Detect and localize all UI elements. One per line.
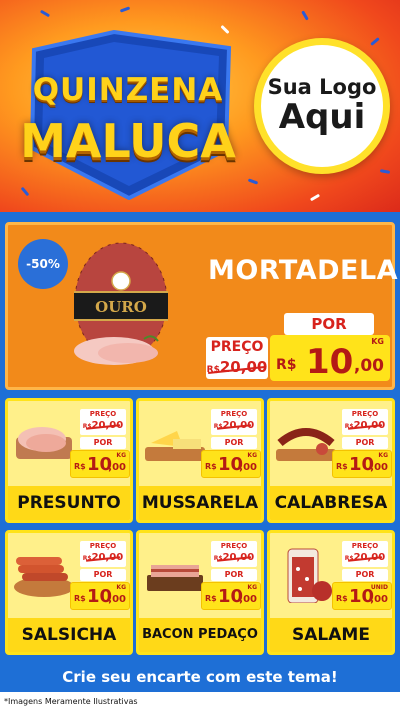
- product-name: BACON PEDAÇO: [139, 618, 261, 652]
- old-price-box: PREÇOR$20,00: [80, 409, 126, 435]
- presunto-icon: [16, 427, 72, 459]
- old-price: R$20,00: [80, 419, 126, 434]
- old-price-box: PREÇOR$20,00: [342, 409, 388, 435]
- preco-label: PREÇO: [220, 410, 248, 418]
- confetti: [370, 37, 380, 46]
- salame-icon: [287, 548, 332, 603]
- product-card: PREÇOR$20,00PORKGR$10,00CALABRESA: [267, 398, 395, 523]
- por-label: POR: [80, 437, 126, 449]
- preco-label: PREÇO: [220, 542, 248, 550]
- product-card: PREÇOR$20,00PORKGR$10,00SALSICHA: [5, 530, 133, 655]
- old-price: R$20,00: [80, 551, 126, 566]
- old-price: R$20,00: [206, 357, 268, 379]
- current-price: UNID R$ 10,00: [332, 582, 392, 610]
- hero-old-price-box: PREÇO R$20,00: [206, 337, 268, 379]
- confetti: [309, 193, 321, 202]
- old-price: R$20,00: [342, 551, 388, 566]
- unit-label: KG: [378, 452, 388, 459]
- price-dec: ,00: [370, 594, 388, 605]
- currency: R$: [276, 357, 297, 373]
- unit-label: KG: [371, 337, 384, 346]
- current-price: KG R$ 10,00: [332, 450, 392, 478]
- unit-label: KG: [247, 584, 257, 591]
- mortadela-icon: OURO: [74, 242, 168, 365]
- hero-current-price: KG R$ 10 ,00: [270, 335, 390, 381]
- hero-product-name: MORTADELA: [208, 255, 399, 286]
- por-label: POR: [80, 569, 126, 581]
- svg-text:OURO: OURO: [95, 298, 147, 316]
- product-card: PREÇOR$20,00PORKGR$10,00PRESUNTO: [5, 398, 133, 523]
- product-name: SALAME: [270, 618, 392, 652]
- currency: R$: [336, 594, 348, 603]
- old-price-box: PREÇOR$20,00: [80, 541, 126, 567]
- bacon-icon: [147, 565, 203, 591]
- currency: R$: [74, 594, 86, 603]
- old-price-box: PREÇOR$20,00: [211, 409, 257, 435]
- price-int: 10: [306, 342, 354, 382]
- price-dec: ,00: [108, 462, 126, 473]
- discount-badge: -50%: [18, 239, 68, 289]
- unit-label: KG: [116, 452, 126, 459]
- product-name: MUSSARELA: [139, 486, 261, 520]
- currency: R$: [205, 462, 217, 471]
- price-dec: ,00: [239, 462, 257, 473]
- por-label: POR: [211, 437, 257, 449]
- product-card: PREÇOR$20,00PORKGR$10,00MUSSARELA: [136, 398, 264, 523]
- current-price: KG R$ 10,00: [70, 582, 130, 610]
- title-line-2: MALUCA: [20, 114, 236, 168]
- confetti: [379, 169, 391, 174]
- product-name: PRESUNTO: [8, 486, 130, 520]
- title-badge: QUINZENA MALUCA: [14, 30, 242, 200]
- logo-placeholder: Sua Logo Aqui: [254, 38, 390, 174]
- confetti: [247, 178, 259, 185]
- product-name: SALSICHA: [8, 618, 130, 652]
- por-label: POR: [211, 569, 257, 581]
- preco-label: PREÇO: [89, 542, 117, 550]
- preco-label: PREÇO: [210, 339, 264, 355]
- preco-label: PREÇO: [351, 542, 379, 550]
- product-card: PREÇOR$20,00PORKGR$10,00BACON PEDAÇO: [136, 530, 264, 655]
- old-price: R$20,00: [342, 419, 388, 434]
- currency: R$: [336, 462, 348, 471]
- por-label: POR: [284, 313, 374, 335]
- product-card: PREÇOR$20,00 PORUNIDR$10,00 SALAME: [267, 530, 395, 655]
- old-price-box: PREÇOR$20,00: [342, 541, 388, 567]
- salsicha-icon: [14, 557, 74, 597]
- por-label: POR: [342, 437, 388, 449]
- confetti: [301, 10, 309, 21]
- unit-label: KG: [247, 452, 257, 459]
- calabresa-icon: [276, 428, 336, 461]
- old-price-box: PREÇOR$20,00: [211, 541, 257, 567]
- logo-line-2: Aqui: [278, 96, 366, 137]
- currency: R$: [205, 594, 217, 603]
- preco-label: PREÇO: [89, 410, 117, 418]
- price-dec: ,00: [108, 594, 126, 605]
- current-price: KG R$ 10,00: [70, 450, 130, 478]
- current-price: KG R$ 10,00: [201, 450, 261, 478]
- preco-label: PREÇO: [351, 410, 379, 418]
- logo-line-1: Sua Logo: [267, 74, 377, 99]
- por-label: POR: [342, 569, 388, 581]
- currency: R$: [74, 462, 86, 471]
- disclaimer: *Imagens Meramente Ilustrativas: [0, 692, 400, 711]
- product-name: CALABRESA: [270, 486, 392, 520]
- old-price: R$20,00: [211, 551, 257, 566]
- old-price: R$20,00: [211, 419, 257, 434]
- price-dec: ,00: [239, 594, 257, 605]
- price-dec: ,00: [353, 356, 384, 376]
- confetti: [39, 9, 51, 18]
- title-line-1: QUINZENA: [32, 72, 224, 108]
- hero-offer: -50% OURO MORTADELA PREÇO R$20,00 POR KG…: [5, 222, 399, 390]
- mussarela-icon: [145, 431, 205, 461]
- confetti: [119, 6, 131, 13]
- cta-banner[interactable]: Crie seu encarte com este tema!: [5, 664, 395, 690]
- unit-label: KG: [116, 584, 126, 591]
- current-price: KG R$ 10,00: [201, 582, 261, 610]
- price-dec: ,00: [370, 462, 388, 473]
- header-banner: QUINZENA MALUCA Sua Logo Aqui: [0, 0, 400, 220]
